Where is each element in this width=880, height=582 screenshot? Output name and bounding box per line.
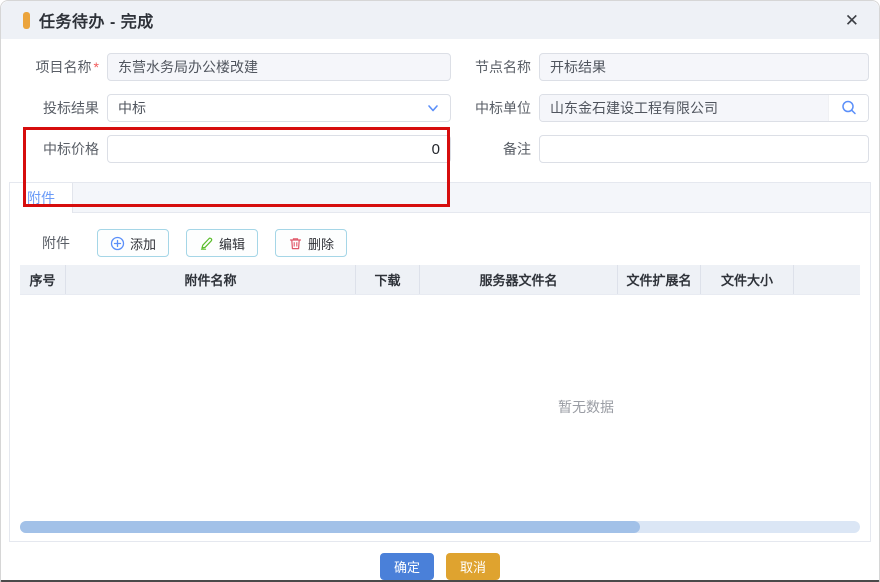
winning-unit-label: 中标单位 xyxy=(451,98,539,118)
project-name-label: 项目名称* xyxy=(11,57,107,77)
attachment-tab-card: 附件 附件 添加 编辑 xyxy=(9,182,871,542)
form-area: 项目名称* 投标结果 中标 中标价格 xyxy=(1,39,879,182)
horizontal-scrollbar[interactable] xyxy=(20,521,860,533)
confirm-button[interactable]: 确定 xyxy=(380,553,434,580)
attachment-toolbar: 附件 添加 编辑 删除 xyxy=(20,229,860,257)
title-accent-bar xyxy=(23,12,30,29)
column-header-seq: 序号 xyxy=(20,265,66,294)
winning-price-value[interactable] xyxy=(118,141,440,158)
field-winning-unit: 中标单位 山东金石建设工程有限公司 xyxy=(451,94,869,122)
form-column-left: 项目名称* 投标结果 中标 中标价格 xyxy=(11,53,451,176)
form-column-right: 节点名称 中标单位 山东金石建设工程有限公司 备注 xyxy=(451,53,869,176)
field-winning-price: 中标价格 xyxy=(11,135,451,163)
chevron-down-icon[interactable] xyxy=(426,101,440,115)
dialog-titlebar: 任务待办 - 完成 ✕ xyxy=(1,1,879,39)
dialog-footer: 确定 取消 xyxy=(1,542,879,582)
column-header-serverfile: 服务器文件名 xyxy=(420,265,618,294)
delete-button-label: 删除 xyxy=(308,234,334,253)
winning-price-input[interactable] xyxy=(107,135,451,163)
winning-unit-input[interactable]: 山东金石建设工程有限公司 xyxy=(539,94,869,122)
remark-input[interactable] xyxy=(539,135,869,163)
edit-pencil-icon xyxy=(199,236,214,251)
attachment-table-header: 序号 附件名称 下载 服务器文件名 文件扩展名 文件大小 xyxy=(20,265,860,295)
field-bid-result: 投标结果 中标 xyxy=(11,94,451,122)
attachment-table: 序号 附件名称 下载 服务器文件名 文件扩展名 文件大小 xyxy=(20,265,860,295)
close-icon[interactable]: ✕ xyxy=(843,10,861,31)
attachment-toolbar-label: 附件 xyxy=(42,233,70,253)
add-button-label: 添加 xyxy=(130,234,156,253)
winning-unit-value: 山东金石建设工程有限公司 xyxy=(540,95,828,121)
project-name-input[interactable] xyxy=(107,53,451,81)
bid-result-select[interactable]: 中标 xyxy=(107,94,451,122)
bid-result-value: 中标 xyxy=(118,98,146,118)
task-todo-dialog: 任务待办 - 完成 ✕ 项目名称* 投标结果 中标 中标价格 xyxy=(0,0,880,582)
node-name-value[interactable] xyxy=(550,59,858,75)
delete-button[interactable]: 删除 xyxy=(275,229,347,257)
column-header-name: 附件名称 xyxy=(66,265,356,294)
tab-attachment[interactable]: 附件 xyxy=(10,183,73,213)
attachment-tab-content: 附件 添加 编辑 删除 xyxy=(10,213,870,541)
add-circle-plus-icon xyxy=(110,236,125,251)
project-name-value[interactable] xyxy=(118,59,440,75)
column-header-extension: 文件扩展名 xyxy=(618,265,701,294)
bid-result-label: 投标结果 xyxy=(11,98,107,118)
dialog-title: 任务待办 - 完成 xyxy=(39,8,154,32)
field-remark: 备注 xyxy=(451,135,869,163)
winning-price-label: 中标价格 xyxy=(11,139,107,159)
remark-label: 备注 xyxy=(451,139,539,159)
column-header-download: 下载 xyxy=(356,265,420,294)
node-name-label: 节点名称 xyxy=(451,57,539,77)
field-node-name: 节点名称 xyxy=(451,53,869,81)
required-asterisk: * xyxy=(94,59,99,75)
node-name-input[interactable] xyxy=(539,53,869,81)
remark-value[interactable] xyxy=(550,141,858,157)
horizontal-scrollbar-thumb[interactable] xyxy=(20,521,640,533)
cancel-button[interactable]: 取消 xyxy=(446,553,500,580)
edit-button[interactable]: 编辑 xyxy=(186,229,258,257)
column-header-blank xyxy=(794,265,860,294)
field-project-name: 项目名称* xyxy=(11,53,451,81)
edit-button-label: 编辑 xyxy=(219,234,245,253)
add-button[interactable]: 添加 xyxy=(97,229,169,257)
column-header-filesize: 文件大小 xyxy=(701,265,794,294)
empty-data-text: 暂无数据 xyxy=(558,397,614,417)
attachment-table-body: 暂无数据 xyxy=(20,295,860,519)
search-icon[interactable] xyxy=(828,95,868,121)
delete-trash-icon xyxy=(288,236,303,251)
tab-bar: 附件 xyxy=(10,183,870,213)
